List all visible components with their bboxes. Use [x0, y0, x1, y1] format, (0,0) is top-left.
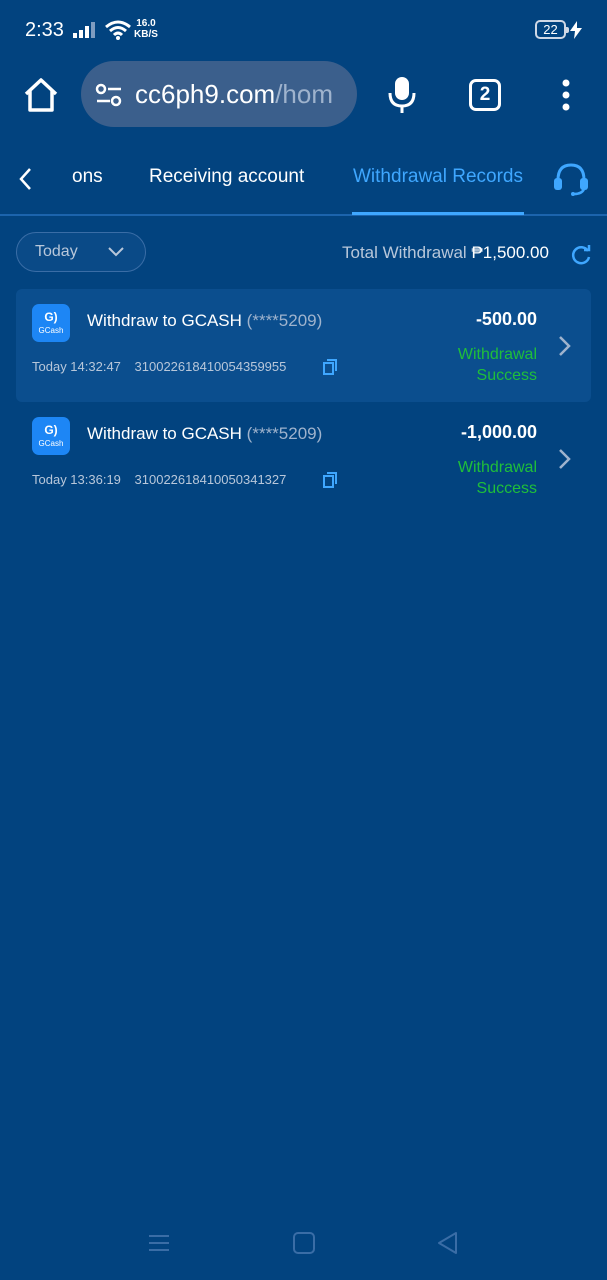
total-amount: ₱1,500.00	[471, 243, 549, 262]
copy-icon[interactable]	[323, 359, 337, 375]
gcash-logo-text: GCash	[38, 439, 64, 448]
copy-icon[interactable]	[323, 472, 337, 488]
tab-previous[interactable]: ons	[72, 166, 103, 188]
clock: 2:33	[25, 19, 64, 41]
signal-icon	[73, 22, 95, 38]
record-amount: -500.00	[475, 309, 537, 329]
speed-unit: KB/S	[134, 29, 158, 40]
home-nav-icon[interactable]	[292, 1231, 316, 1255]
record-title: Withdraw to GCASH (****5209)	[87, 311, 322, 331]
site-settings-icon[interactable]	[95, 83, 123, 107]
date-filter-value: Today	[35, 243, 78, 260]
withdrawal-record[interactable]: G) GCash Withdraw to GCASH (****5209) To…	[16, 289, 591, 402]
record-account: (****5209)	[246, 311, 323, 330]
battery-indicator: 22	[535, 20, 569, 39]
network-speed: 16.0 KB/S	[134, 18, 158, 40]
chevron-right-icon	[559, 336, 571, 356]
refresh-icon[interactable]	[570, 244, 592, 266]
back-nav-icon[interactable]	[436, 1231, 460, 1255]
browser-toolbar: cc6ph9.com/hom 2	[0, 60, 607, 142]
recent-apps-icon[interactable]	[147, 1231, 171, 1255]
withdrawal-record[interactable]: G) GCash Withdraw to GCASH (****5209) To…	[16, 402, 591, 515]
more-menu-icon[interactable]	[556, 78, 576, 112]
gcash-logo: G) GCash	[32, 417, 70, 455]
record-amount: -1,000.00	[460, 422, 537, 442]
total-withdrawal: Total Withdrawal ₱1,500.00	[342, 243, 549, 263]
customer-service-icon[interactable]	[552, 162, 590, 196]
record-account: (****5209)	[246, 424, 323, 443]
tab-switcher-button[interactable]: 2	[469, 79, 501, 111]
record-method: Withdraw to GCASH	[87, 424, 242, 443]
gcash-logo-mark: G)	[44, 310, 58, 324]
record-title: Withdraw to GCASH (****5209)	[87, 424, 322, 444]
record-status-line2: Success	[476, 480, 537, 497]
speed-value: 16.0	[136, 18, 156, 29]
record-status: Withdrawal Success	[458, 344, 537, 386]
home-icon[interactable]	[22, 76, 60, 114]
record-status-line2: Success	[476, 367, 537, 384]
system-navigation-bar	[0, 1215, 607, 1275]
record-status: Withdrawal Success	[458, 457, 537, 499]
record-status-line1: Withdrawal	[457, 346, 537, 363]
record-time: Today 13:36:19	[32, 472, 121, 487]
record-order-id: 310022618410050341327	[134, 472, 287, 487]
url-domain: cc6ph9.com	[135, 79, 276, 109]
url-text[interactable]: cc6ph9.com/hom	[135, 79, 345, 110]
chevron-left-icon[interactable]	[16, 166, 36, 192]
tab-navigation: ons Receiving account Withdrawal Records	[0, 142, 607, 216]
record-time: Today 14:32:47	[32, 359, 121, 374]
gcash-logo-mark: G)	[44, 423, 58, 437]
status-bar: 2:33 16.0 KB/S 22	[0, 0, 607, 60]
record-meta: Today 13:36:19 310022618410050341327	[32, 472, 286, 487]
tab-withdrawal-records[interactable]: Withdrawal Records	[353, 166, 523, 188]
tab-receiving-account[interactable]: Receiving account	[149, 166, 304, 188]
date-filter-dropdown[interactable]: Today	[16, 232, 146, 272]
total-label: Total Withdrawal	[342, 243, 467, 262]
charging-icon	[570, 21, 582, 39]
record-status-line1: Withdrawal	[457, 459, 537, 476]
url-path: /hom	[275, 79, 333, 109]
microphone-icon[interactable]	[387, 76, 417, 114]
address-bar[interactable]: cc6ph9.com/hom	[81, 61, 357, 127]
gcash-logo: G) GCash	[32, 304, 70, 342]
record-meta: Today 14:32:47 310022618410054359955	[32, 359, 286, 374]
record-method: Withdraw to GCASH	[87, 311, 242, 330]
record-order-id: 310022618410054359955	[134, 359, 287, 374]
wifi-icon	[105, 20, 131, 40]
chevron-right-icon	[559, 449, 571, 469]
active-tab-indicator	[352, 212, 524, 215]
gcash-logo-text: GCash	[38, 326, 64, 335]
chevron-down-icon	[108, 247, 124, 257]
